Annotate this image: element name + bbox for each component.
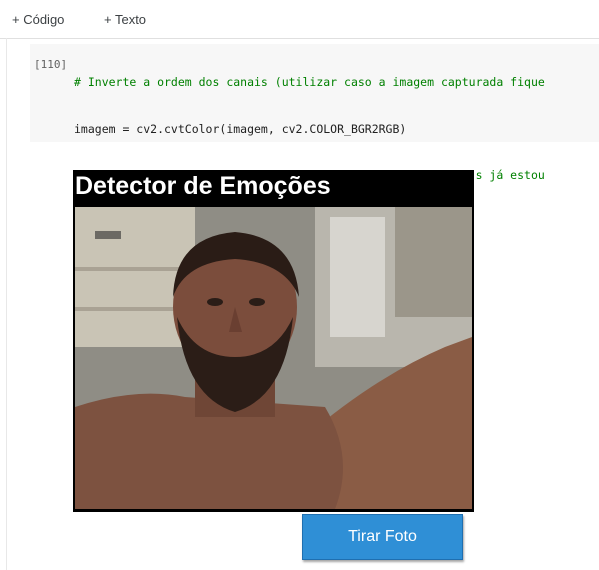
add-text-button[interactable]: + Texto [104,12,146,27]
notebook-toolbar: + Código + Texto [0,0,599,39]
cell-output: Detector de Emoções [73,170,474,512]
webcam-photo [75,207,472,509]
execution-count: [110] [34,58,68,71]
output-title: Detector de Emoções [75,172,331,200]
cell-divider [6,38,7,570]
capture-photo-button[interactable]: Tirar Foto [302,514,463,560]
add-code-button[interactable]: + Código [12,12,64,27]
code-cell[interactable]: [110] # Inverte a ordem dos canais (util… [30,44,599,275]
code-line: imagem = cv2.cvtColor(imagem, cv2.COLOR_… [74,121,407,136]
code-line: # Inverte a ordem dos canais (utilizar c… [74,75,545,89]
